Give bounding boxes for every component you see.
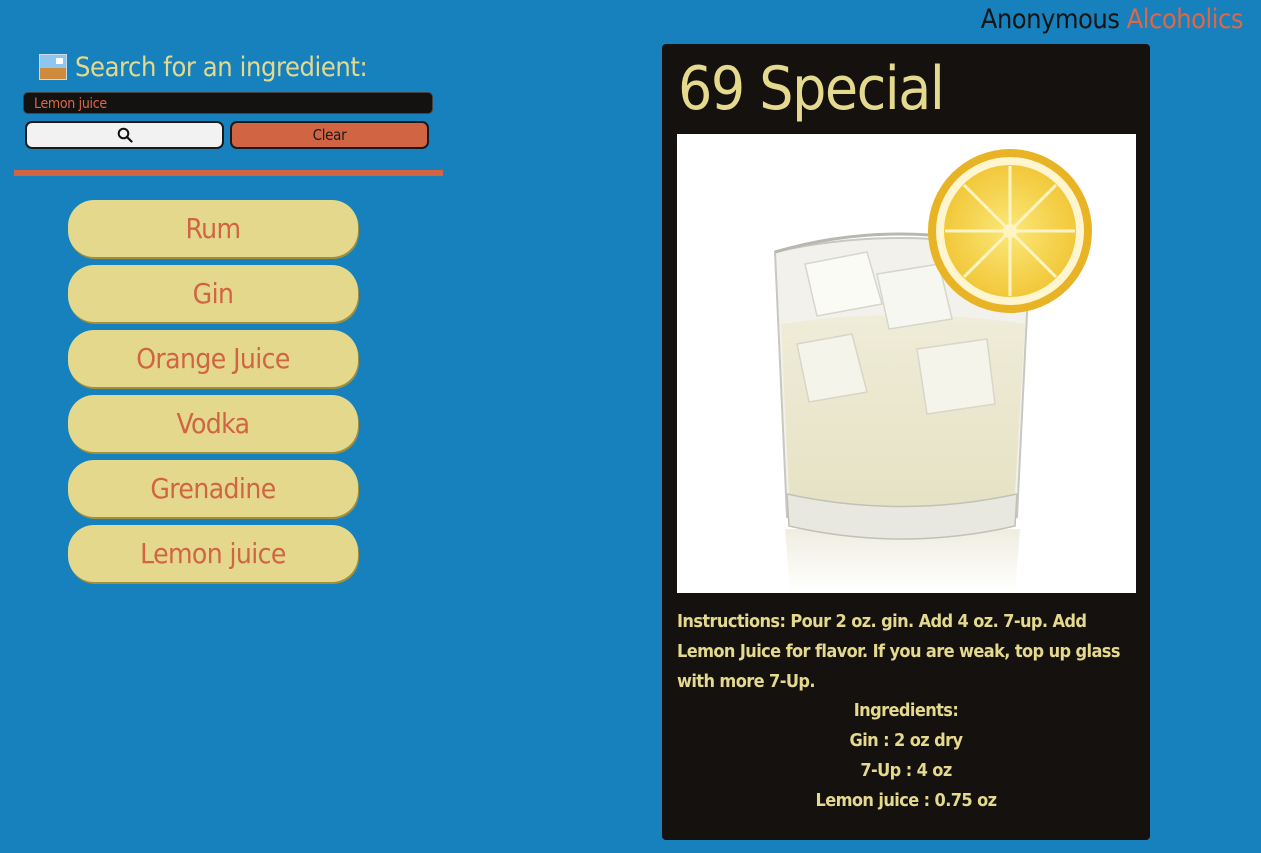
drink-instructions: Instructions: Pour 2 oz. gin. Add 4 oz. … [677, 611, 1120, 692]
ingredient-button-rum[interactable]: Rum [68, 200, 358, 257]
drink-title: 69 Special [678, 54, 945, 124]
ingredient-button-gin[interactable]: Gin [68, 265, 358, 322]
ingredients-heading: Ingredients: [853, 700, 959, 721]
ingredient-line: Gin : 2 oz dry [849, 730, 964, 751]
brand-logo[interactable]: Anonymous Alcoholics [980, 4, 1244, 35]
search-input[interactable]: Lemon juice [23, 92, 433, 114]
ingredient-list: Rum Gin Orange Juice Vodka Grenadine Lem… [68, 200, 358, 590]
ingredient-line: Lemon juice : 0.75 oz [815, 790, 998, 811]
image-icon [39, 54, 67, 80]
clear-button[interactable]: Clear [230, 121, 429, 149]
search-panel: Search for an ingredient: Lemon juice Cl… [14, 48, 444, 176]
drink-card: 69 Special Instructions: Pour 2 oz. gin.… [662, 44, 1150, 840]
search-button-row: Clear [25, 121, 444, 149]
brand-name-part1: Anonymous [980, 4, 1120, 35]
ingredient-button-grenadine[interactable]: Grenadine [68, 460, 358, 517]
search-button[interactable] [25, 121, 224, 149]
ingredient-button-vodka[interactable]: Vodka [68, 395, 358, 452]
divider [14, 170, 443, 176]
drink-photo [677, 134, 1136, 593]
search-heading: Search for an ingredient: [39, 48, 444, 86]
drink-photo-graphic [773, 149, 1092, 593]
ingredient-button-orange-juice[interactable]: Orange Juice [68, 330, 358, 387]
ingredient-line: 7-Up : 4 oz [860, 760, 952, 781]
page: Anonymous Alcoholics Search for an ingre… [0, 0, 1261, 853]
search-icon [117, 127, 133, 143]
search-heading-text: Search for an ingredient: [75, 51, 368, 83]
ingredient-button-lemon-juice[interactable]: Lemon juice [68, 525, 358, 582]
drink-ingredients: Ingredients: Gin : 2 oz dry 7-Up : 4 oz … [662, 696, 1150, 816]
brand-name-part2: Alcoholics [1126, 4, 1244, 35]
